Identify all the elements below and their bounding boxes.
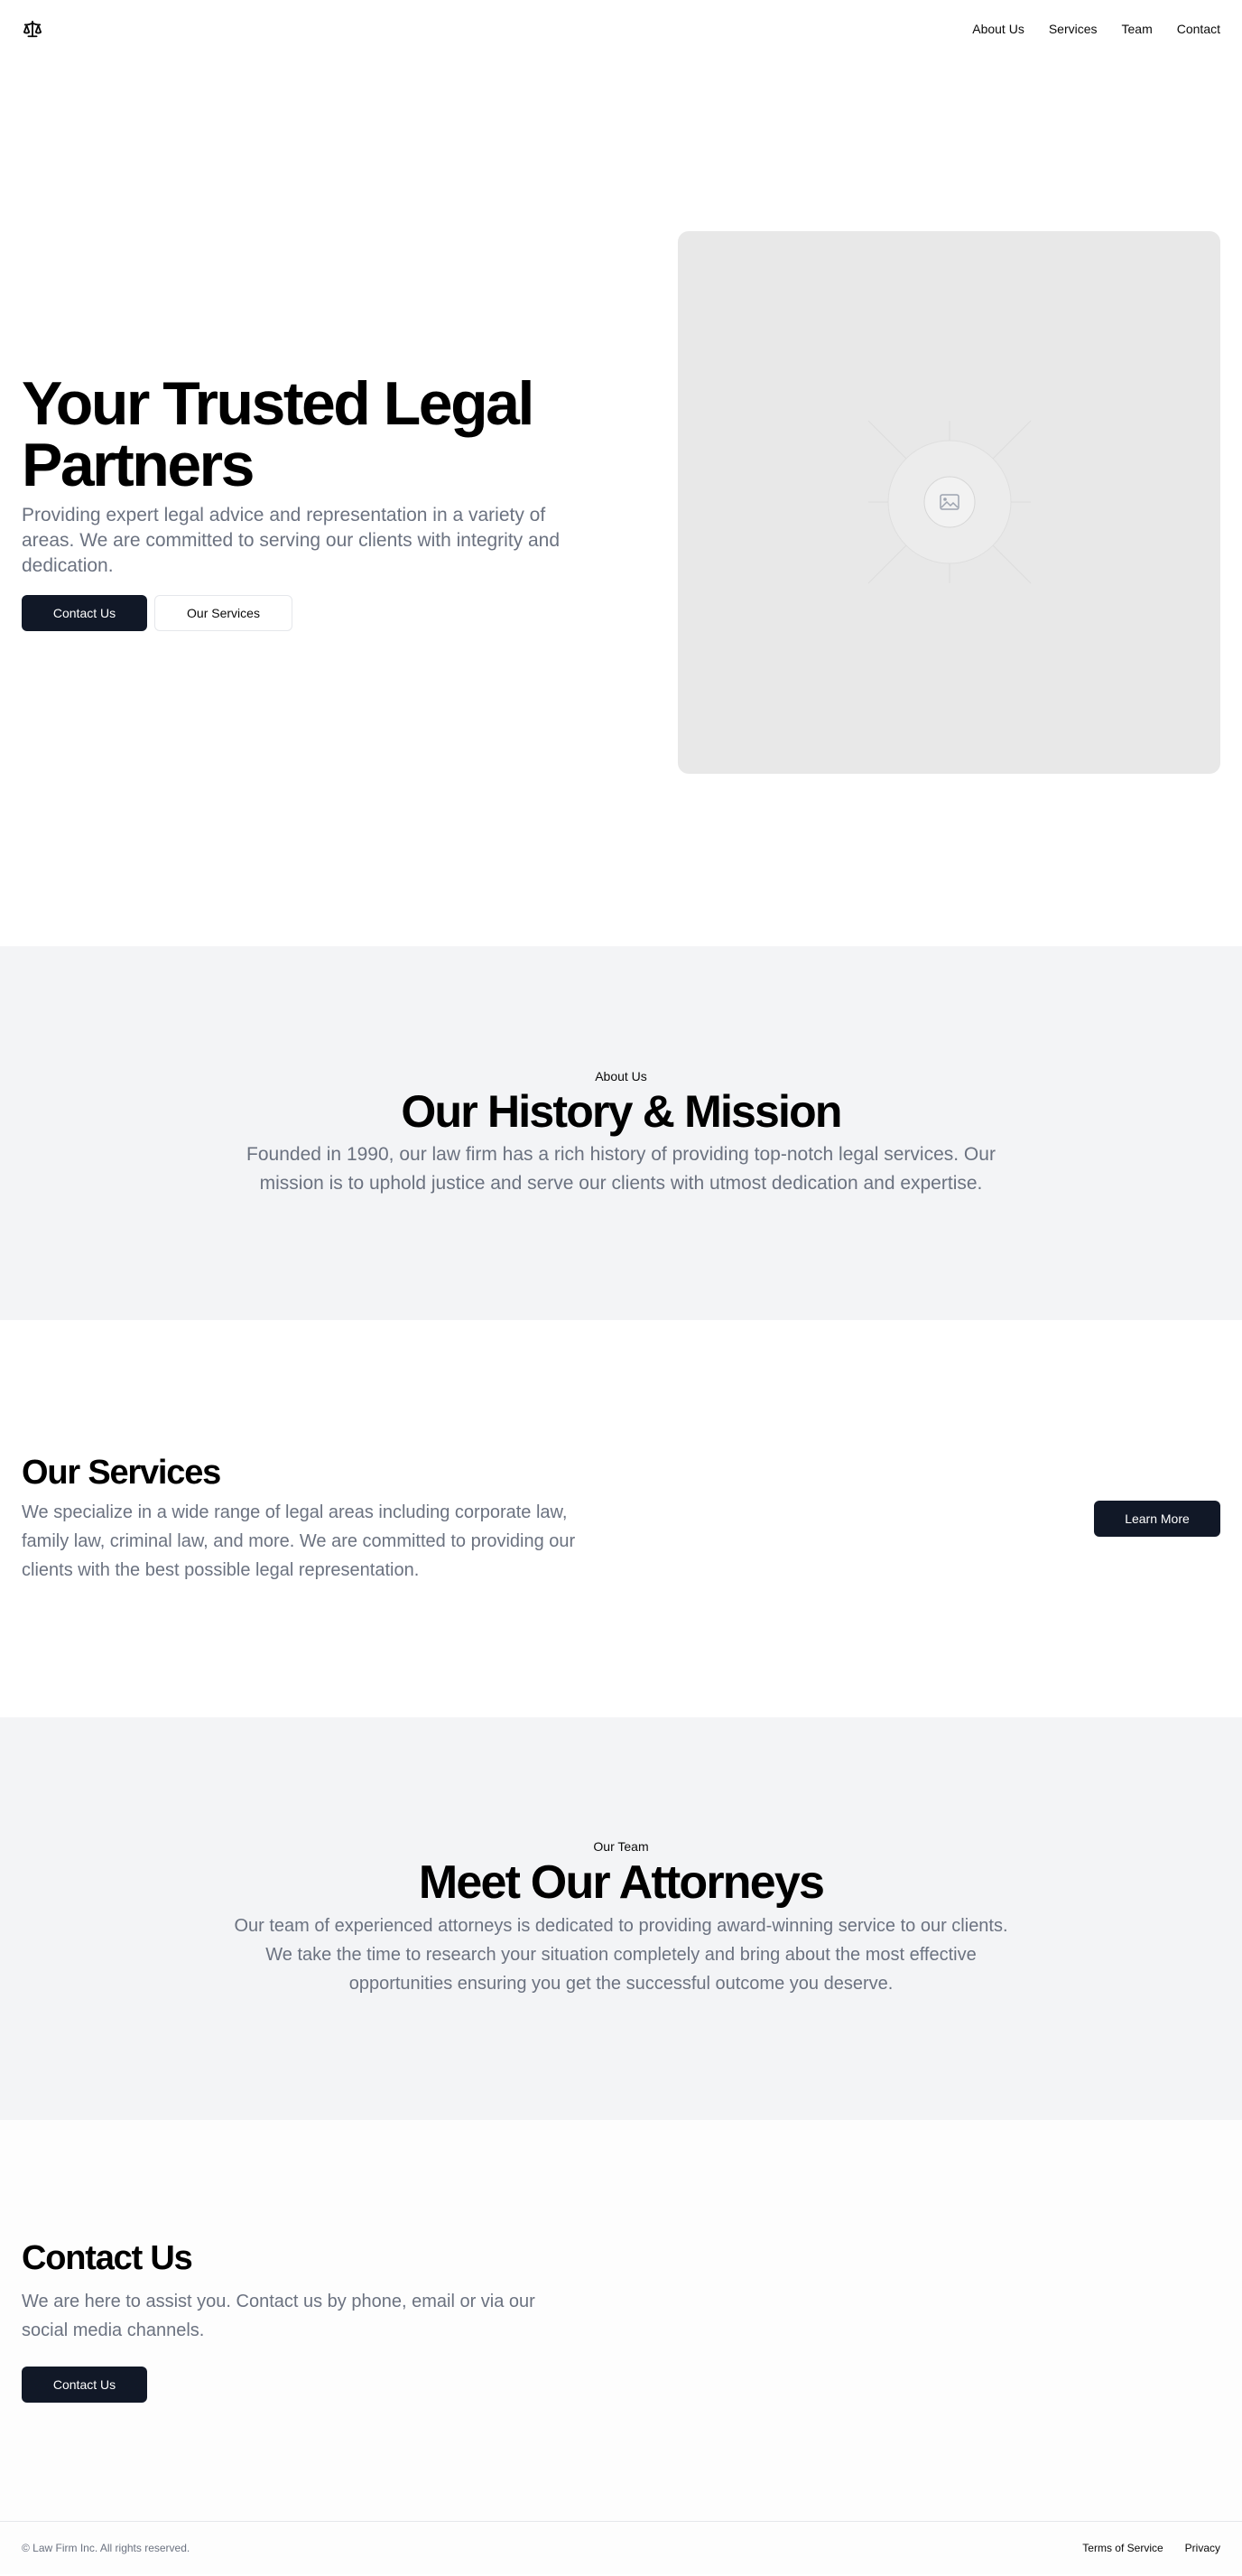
hero-section: Your Trusted Legal Partners Providing ex… <box>0 58 1242 946</box>
team-body: Our team of experienced attorneys is ded… <box>234 1915 1008 1994</box>
nav-link-contact[interactable]: Contact <box>1177 22 1220 36</box>
copyright-text: © Law Firm Inc. All rights reserved. <box>22 2542 190 2554</box>
nav-link-team[interactable]: Team <box>1122 22 1153 36</box>
contact-title: Contact Us <box>22 2238 193 2277</box>
learn-more-button[interactable]: Learn More <box>1094 1501 1220 1537</box>
services-section: Our Services We specialize in a wide ran… <box>0 1320 1242 1717</box>
hero-title: Your Trusted Legal Partners <box>22 369 534 499</box>
site-header: About Us Services Team Contact <box>0 0 1242 58</box>
page: About Us Services Team Contact Your Trus… <box>0 0 1242 2576</box>
footer-links: Terms of Service Privacy <box>1082 2542 1220 2554</box>
our-services-button[interactable]: Our Services <box>154 595 292 631</box>
about-body: Founded in 1990, our law firm has a rich… <box>246 1143 996 1194</box>
hero-buttons: Contact Us Our Services <box>22 595 581 631</box>
image-placeholder-icon <box>867 420 1031 584</box>
site-footer: © Law Firm Inc. All rights reserved. Ter… <box>0 2521 1242 2574</box>
hero-subtitle: Providing expert legal advice and repres… <box>22 505 561 576</box>
services-title: Our Services <box>22 1453 221 1492</box>
contact-section: Contact Us We are here to assist you. Co… <box>0 2120 1242 2521</box>
contact-button-wrap: Contact Us <box>22 2366 1220 2403</box>
terms-link[interactable]: Terms of Service <box>1082 2542 1163 2554</box>
nav-link-services[interactable]: Services <box>1049 22 1098 36</box>
contact-body: We are here to assist you. Contact us by… <box>22 2291 535 2340</box>
team-section: Our Team Meet Our Attorneys Our team of … <box>0 1717 1242 2120</box>
nav-link-about[interactable]: About Us <box>972 22 1024 36</box>
about-title: Our History & Mission <box>401 1085 842 1137</box>
services-text: Our Services We specialize in a wide ran… <box>22 1454 581 1585</box>
services-body: We specialize in a wide range of legal a… <box>22 1502 576 1580</box>
hero-image-placeholder <box>678 230 1220 774</box>
logo-link[interactable] <box>22 18 43 40</box>
about-eyebrow: About Us <box>595 1068 647 1083</box>
team-title: Meet Our Attorneys <box>418 1856 825 1910</box>
hero-text: Your Trusted Legal Partners Providing ex… <box>22 373 581 631</box>
team-eyebrow: Our Team <box>593 1839 649 1855</box>
contact-us-button[interactable]: Contact Us <box>22 595 147 631</box>
contact-us-button-bottom[interactable]: Contact Us <box>22 2366 147 2403</box>
main-nav: About Us Services Team Contact <box>972 22 1220 36</box>
scale-icon <box>23 20 42 38</box>
privacy-link[interactable]: Privacy <box>1185 2542 1220 2554</box>
about-section: About Us Our History & Mission Founded i… <box>0 946 1242 1320</box>
